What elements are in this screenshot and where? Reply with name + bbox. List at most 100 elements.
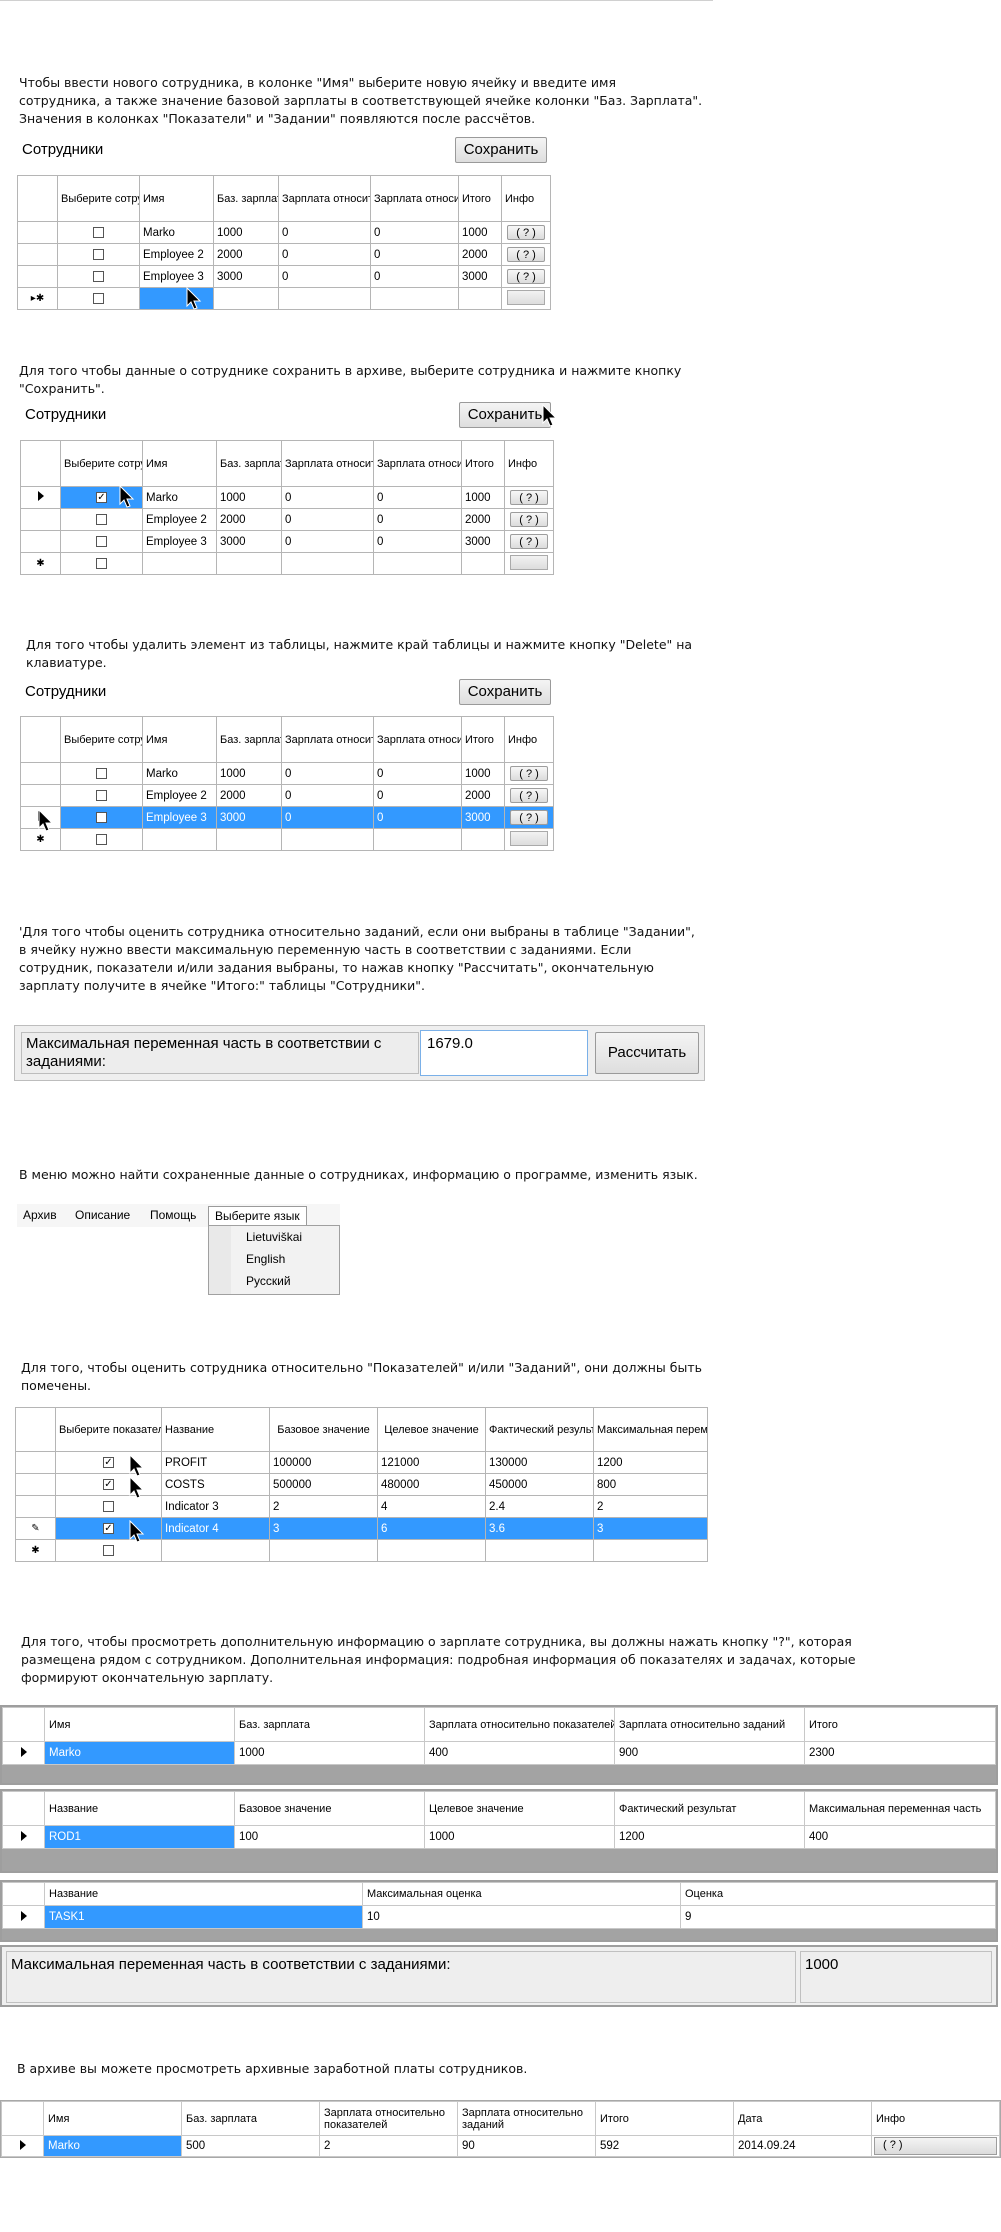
cell-target[interactable]: 1000 xyxy=(424,1825,615,1849)
cell-task[interactable]: 0 xyxy=(370,265,459,288)
cell-base[interactable]: 3000 xyxy=(216,806,282,829)
select-checkbox-checked[interactable]: ✓ xyxy=(103,1522,114,1534)
info-button[interactable]: ( ? ) xyxy=(510,534,548,549)
cell-name[interactable]: PROFIT xyxy=(161,1451,270,1474)
col-header-base[interactable]: Базовое значение xyxy=(269,1407,378,1452)
col-header-ind[interactable]: Зарплата относительно показателей xyxy=(278,175,371,222)
save-button[interactable]: Сохранить xyxy=(459,679,551,705)
col-header-name[interactable]: Имя xyxy=(139,175,214,222)
cell-ind[interactable]: 0 xyxy=(281,530,374,553)
row-header[interactable] xyxy=(20,784,61,807)
select-checkbox-checked[interactable]: ✓ xyxy=(103,1478,114,1490)
cell-total[interactable]: 2000 xyxy=(461,508,505,531)
cell-base[interactable]: 3000 xyxy=(216,530,282,553)
cell-base[interactable]: 2000 xyxy=(213,243,279,266)
select-checkbox[interactable] xyxy=(93,270,104,282)
cell-ind[interactable]: 0 xyxy=(281,784,374,807)
cell-max[interactable]: 3 xyxy=(593,1517,708,1540)
cell-total[interactable]: 3000 xyxy=(461,806,505,829)
cell-actual[interactable]: 450000 xyxy=(485,1473,594,1496)
col-header-base[interactable]: Базовое значение xyxy=(234,1791,425,1826)
current-row-arrow-icon[interactable] xyxy=(1,2135,44,2157)
table-row[interactable]: Marko 1000 400 900 2300 xyxy=(2,1741,996,1765)
col-header-name[interactable]: Имя xyxy=(43,2101,182,2136)
select-checkbox[interactable] xyxy=(93,292,104,304)
cell-ind[interactable]: 0 xyxy=(281,486,374,509)
menu-item-help[interactable]: Помощь xyxy=(150,1208,196,1222)
info-button[interactable]: ( ? ) xyxy=(507,247,545,262)
select-checkbox[interactable] xyxy=(93,226,104,238)
col-header-target[interactable]: Целевое значение xyxy=(377,1407,486,1452)
cell-target[interactable]: 6 xyxy=(377,1517,486,1540)
col-header-task[interactable]: Зарплата относительно заданий xyxy=(373,716,462,763)
cell-ind[interactable]: 0 xyxy=(281,806,374,829)
row-header[interactable] xyxy=(17,265,58,288)
info-button[interactable]: ( ? ) xyxy=(507,269,545,284)
cell-base[interactable]: 1000 xyxy=(216,762,282,785)
cell-target[interactable]: 480000 xyxy=(377,1473,486,1496)
info-button-empty[interactable] xyxy=(507,289,545,305)
table-row[interactable]: Employee 2 2000 0 0 2000 ( ? ) xyxy=(17,243,551,266)
col-header-max[interactable]: Максимальная переменная часть xyxy=(593,1407,708,1452)
cell-base[interactable]: 1000 xyxy=(234,1741,425,1765)
current-row-arrow-icon[interactable] xyxy=(2,1741,45,1765)
info-button-empty[interactable] xyxy=(510,830,548,846)
info-button[interactable]: ( ? ) xyxy=(510,766,548,781)
cell-total[interactable]: 1000 xyxy=(461,486,505,509)
table-row[interactable]: ROD1 100 1000 1200 400 xyxy=(2,1825,996,1849)
table-row[interactable]: ✓ PROFIT 100000 121000 130000 1200 xyxy=(15,1451,708,1474)
cell-name[interactable]: Indicator 4 xyxy=(161,1517,270,1540)
cell-base[interactable]: 2000 xyxy=(216,508,282,531)
col-header-select[interactable]: Выберите сотрудника xyxy=(60,440,143,487)
table-row[interactable]: Employee 2 2000 0 0 2000 ( ? ) xyxy=(20,508,554,531)
cell-task[interactable]: 0 xyxy=(370,243,459,266)
cell-ind[interactable]: 400 xyxy=(424,1741,615,1765)
col-header-info[interactable]: Инфо xyxy=(504,716,554,763)
cell-name[interactable]: COSTS xyxy=(161,1473,270,1496)
col-header-total[interactable]: Итого xyxy=(461,716,505,763)
cell-name[interactable]: Marko xyxy=(139,221,214,244)
menu-item-language[interactable]: Выберите язык xyxy=(208,1206,307,1226)
new-row[interactable]: ▸✱ xyxy=(17,287,551,310)
col-header-actual[interactable]: Фактический результат xyxy=(614,1791,805,1826)
new-row[interactable]: ✱ xyxy=(20,828,554,851)
cell-total[interactable]: 1000 xyxy=(458,221,502,244)
col-header-base[interactable]: Баз. зарплата xyxy=(216,440,282,487)
col-header-info[interactable]: Инфо xyxy=(871,2101,1000,2136)
cell-task[interactable]: 90 xyxy=(457,2135,596,2157)
select-checkbox-checked[interactable]: ✓ xyxy=(103,1456,114,1468)
select-checkbox[interactable] xyxy=(103,1544,114,1556)
cell-ind[interactable]: 0 xyxy=(278,265,371,288)
row-header[interactable] xyxy=(15,1451,56,1474)
cell-total[interactable]: 3000 xyxy=(458,265,502,288)
cell-base[interactable]: 2000 xyxy=(216,784,282,807)
save-button[interactable]: Сохранить xyxy=(459,402,551,428)
cell-actual[interactable]: 2.4 xyxy=(485,1495,594,1518)
cell-name[interactable]: Employee 2 xyxy=(142,784,217,807)
col-header-name[interactable]: Имя xyxy=(142,716,217,763)
col-header-target[interactable]: Целевое значение xyxy=(424,1791,615,1826)
cell-score[interactable]: 9 xyxy=(680,1905,996,1929)
row-header[interactable] xyxy=(15,1473,56,1496)
info-button[interactable]: ( ? ) xyxy=(510,810,548,825)
menu-item-description[interactable]: Описание xyxy=(75,1208,130,1222)
cell-max[interactable]: 2 xyxy=(593,1495,708,1518)
select-checkbox[interactable] xyxy=(103,1500,114,1512)
table-row[interactable]: TASK1 10 9 xyxy=(2,1905,996,1929)
cell-ind[interactable]: 0 xyxy=(281,508,374,531)
cell-max[interactable]: 800 xyxy=(593,1473,708,1496)
cell-name[interactable]: Employee 2 xyxy=(142,508,217,531)
cell-name[interactable]: Marko xyxy=(142,486,217,509)
col-header-ind[interactable]: Зарплата относительно показателей xyxy=(281,716,374,763)
col-header-base[interactable]: Баз. зарплата xyxy=(213,175,279,222)
cell-name[interactable]: Employee 2 xyxy=(139,243,214,266)
select-checkbox[interactable] xyxy=(96,789,107,801)
cell-target[interactable]: 121000 xyxy=(377,1451,486,1474)
cell-ind[interactable]: 0 xyxy=(281,762,374,785)
col-header-select[interactable]: Выберите показатели xyxy=(55,1407,162,1452)
col-header-info[interactable]: Инфо xyxy=(504,440,554,487)
cell-name[interactable]: Indicator 3 xyxy=(161,1495,270,1518)
select-checkbox[interactable] xyxy=(93,248,104,260)
info-button[interactable]: ( ? ) xyxy=(507,225,545,240)
cell-total[interactable]: 2000 xyxy=(458,243,502,266)
